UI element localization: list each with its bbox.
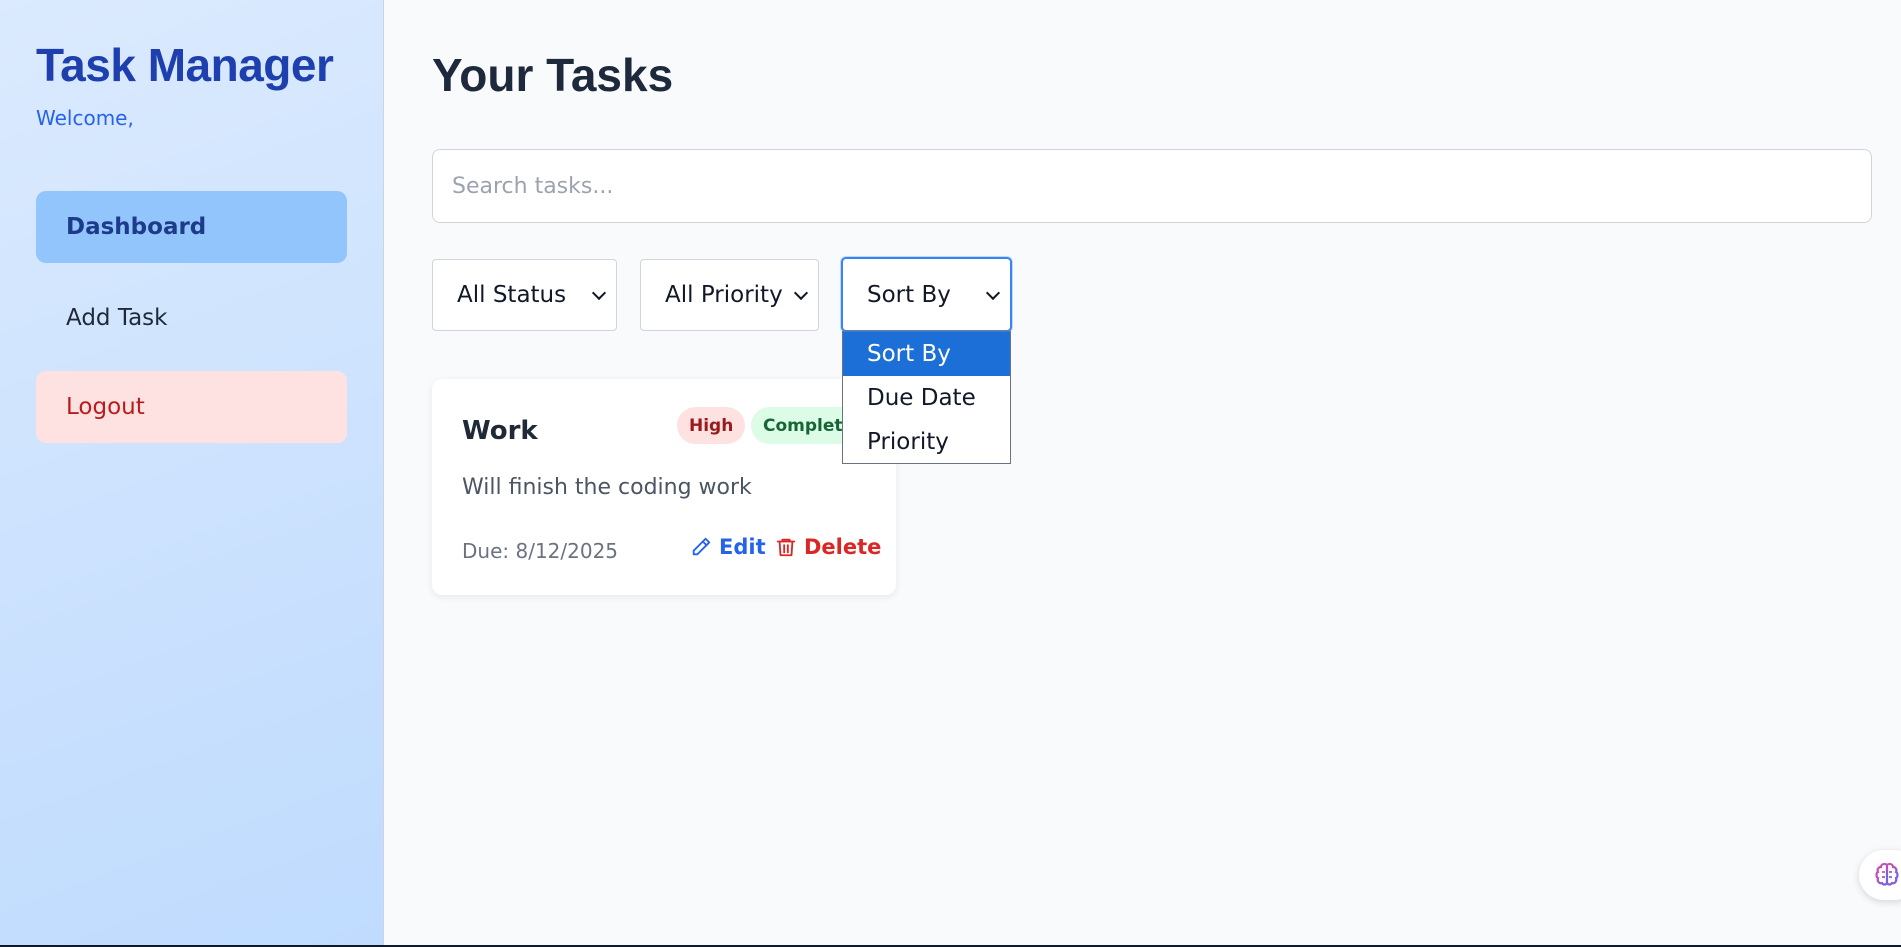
task-title: Work: [462, 416, 538, 446]
delete-button[interactable]: Delete: [775, 535, 881, 559]
task-description: Will finish the coding work: [462, 475, 752, 500]
sort-select[interactable]: Sort By: [841, 257, 1012, 332]
pencil-icon: [692, 537, 711, 556]
task-card: Work High Completed Will finish the codi…: [432, 379, 896, 595]
sidebar-item-label: Dashboard: [66, 214, 207, 240]
priority-filter-select[interactable]: All Priority: [640, 259, 819, 331]
priority-filter-value: All Priority: [665, 282, 783, 308]
priority-badge: High: [677, 407, 746, 444]
chevron-down-icon: [793, 285, 809, 301]
sort-select-value: Sort By: [867, 281, 951, 308]
sidebar-item-label: Logout: [66, 394, 145, 420]
chevron-down-icon: [985, 285, 1001, 300]
search-input[interactable]: [432, 149, 1872, 223]
sort-option-priority[interactable]: Priority: [843, 420, 1010, 464]
status-filter-value: All Status: [457, 282, 567, 308]
sort-option-due-date[interactable]: Due Date: [843, 376, 1010, 420]
sidebar: Task Manager Welcome, Dashboard Add Task…: [0, 0, 384, 945]
task-due-date: Due: 8/12/2025: [462, 539, 619, 563]
trash-icon: [776, 538, 796, 557]
sort-dropdown-list: Sort By Due Date Priority: [842, 331, 1011, 464]
edit-button[interactable]: Edit: [690, 535, 766, 559]
app-title: Task Manager: [36, 39, 334, 91]
sidebar-item-label: Add Task: [66, 305, 168, 331]
sidebar-item-add-task[interactable]: Add Task: [36, 282, 347, 354]
logout-button[interactable]: Logout: [36, 371, 347, 443]
delete-label: Delete: [804, 535, 882, 559]
sort-option-sort-by[interactable]: Sort By: [843, 332, 1010, 376]
brain-icon: [1875, 862, 1899, 886]
welcome-text: Welcome,: [36, 106, 134, 130]
assistant-button[interactable]: [1859, 850, 1901, 900]
page-title: Your Tasks: [432, 49, 674, 101]
status-filter-select[interactable]: All Status: [432, 259, 617, 331]
chevron-down-icon: [591, 285, 607, 301]
sidebar-item-dashboard[interactable]: Dashboard: [36, 191, 347, 263]
edit-label: Edit: [719, 535, 766, 559]
